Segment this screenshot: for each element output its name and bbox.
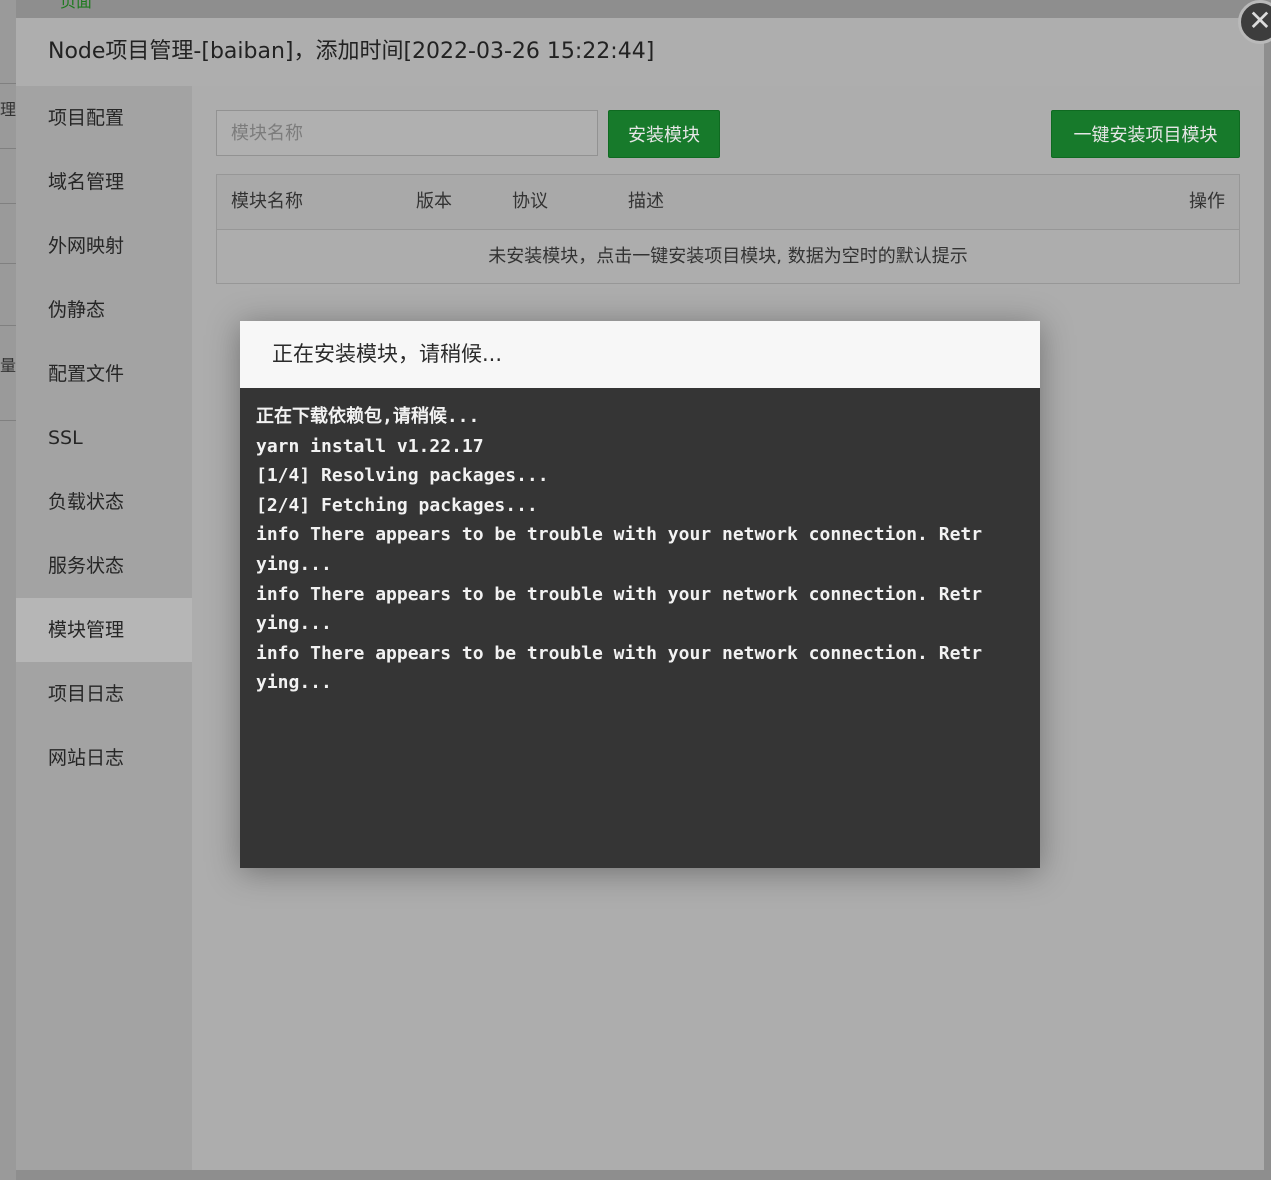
background-page	[0, 0, 16, 1180]
log-line: info There appears to be trouble with yo…	[256, 524, 983, 546]
sidebar-item-service-status[interactable]: 服务状态	[16, 534, 192, 598]
log-line: info There appears to be trouble with yo…	[256, 642, 983, 664]
sidebar-item-external-mapping[interactable]: 外网映射	[16, 214, 192, 278]
table-header: 模块名称 版本 协议 描述 操作	[217, 175, 1239, 230]
log-line: ying...	[256, 553, 332, 575]
table-empty-message: 未安装模块，点击一键安装项目模块, 数据为空时的默认提示	[488, 246, 968, 267]
sidebar-item-project-config[interactable]: 项目配置	[16, 86, 192, 150]
column-header-actions: 操作	[1189, 191, 1225, 212]
sidebar-item-rewrite[interactable]: 伪静态	[16, 278, 192, 342]
background-divider	[0, 203, 16, 204]
log-line: 正在下载依赖包,请稍候...	[256, 406, 480, 427]
background-divider	[0, 263, 16, 264]
background-divider	[0, 83, 16, 84]
install-module-button[interactable]: 安装模块	[608, 110, 720, 158]
sidebar-item-config-file[interactable]: 配置文件	[16, 342, 192, 406]
background-divider	[0, 148, 16, 149]
column-header-license: 协议	[512, 191, 548, 212]
sidebar-item-modules[interactable]: 模块管理	[16, 598, 192, 662]
column-header-description: 描述	[628, 191, 664, 212]
module-table: 模块名称 版本 协议 描述 操作 未安装模块，点击一键安装项目模块, 数据为空时…	[216, 174, 1240, 284]
sidebar: 项目配置 域名管理 外网映射 伪静态 配置文件 SSL 负载状态 服务状态 模块…	[16, 86, 192, 1170]
sidebar-item-load-status[interactable]: 负载状态	[16, 470, 192, 534]
background-divider	[0, 325, 16, 326]
log-line: [2/4] Fetching packages...	[256, 494, 538, 516]
log-line: info There appears to be trouble with yo…	[256, 583, 983, 605]
dialog-title: 正在安装模块，请稍候...	[240, 321, 1040, 388]
column-header-version: 版本	[416, 191, 452, 212]
sidebar-item-site-log[interactable]: 网站日志	[16, 726, 192, 790]
sidebar-item-ssl[interactable]: SSL	[16, 406, 192, 470]
log-line: ying...	[256, 672, 332, 694]
background-divider	[0, 420, 16, 421]
sidebar-item-domain[interactable]: 域名管理	[16, 150, 192, 214]
install-progress-dialog: 正在安装模块，请稍候... 正在下载依赖包,请稍候... yarn instal…	[240, 321, 1040, 868]
sidebar-item-project-log[interactable]: 项目日志	[16, 662, 192, 726]
onekey-install-button[interactable]: 一键安装项目模块	[1051, 110, 1240, 158]
column-header-name: 模块名称	[231, 191, 303, 212]
modal-title: Node项目管理-[baiban]，添加时间[2022-03-26 15:22:…	[16, 18, 1264, 87]
log-line: yarn install v1.22.17	[256, 435, 484, 457]
background-text: 页面	[60, 0, 93, 11]
background-text: 量	[0, 356, 16, 375]
log-line: ying...	[256, 613, 332, 635]
install-log-console: 正在下载依赖包,请稍候... yarn install v1.22.17 [1/…	[240, 388, 1040, 868]
background-text: 理	[0, 100, 16, 119]
module-name-input[interactable]	[216, 110, 598, 156]
log-line: [1/4] Resolving packages...	[256, 465, 549, 487]
